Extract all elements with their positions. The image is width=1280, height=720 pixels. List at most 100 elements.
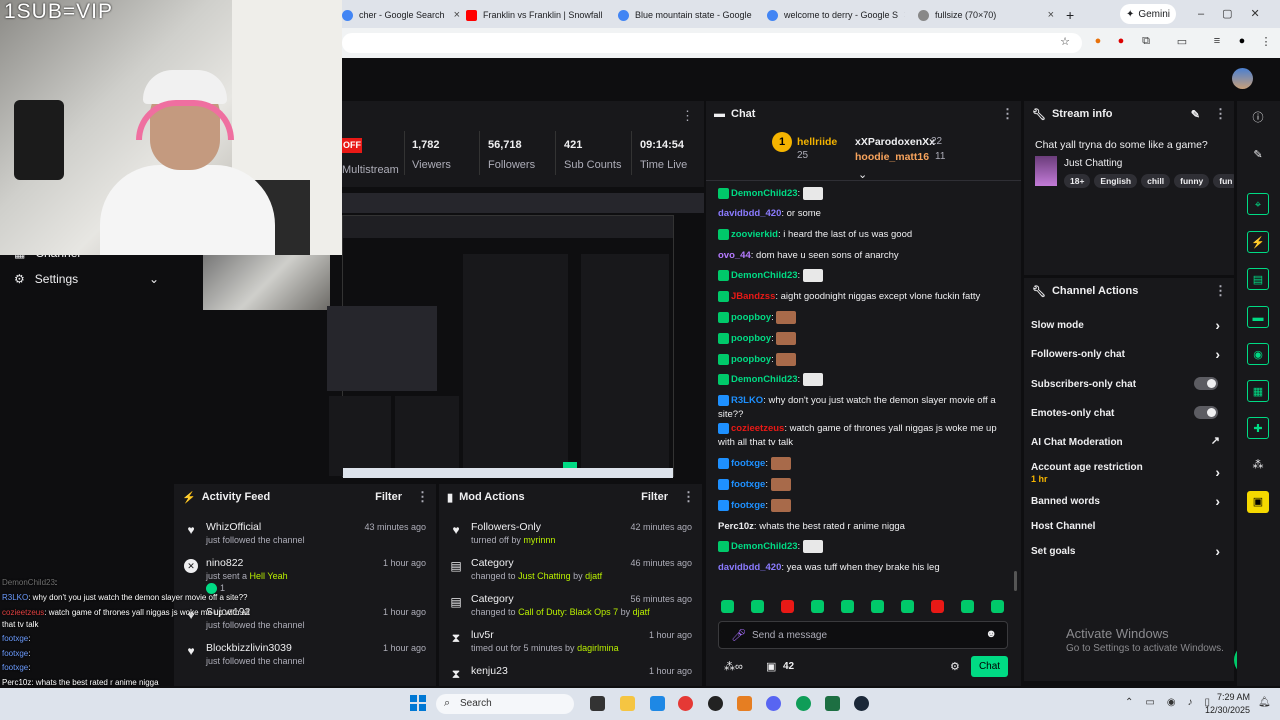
- obs-icon[interactable]: [708, 696, 723, 711]
- activity-row[interactable]: ✕ nino822 just sent a Hell Yeah 1 1 hour ago: [174, 553, 436, 597]
- chat-send-button[interactable]: Chat: [971, 656, 1008, 677]
- close-icon[interactable]: ×: [454, 9, 460, 21]
- mod-action-row[interactable]: ⧗ luv5r timed out for 5 minutes by dagirlm…: [439, 625, 702, 661]
- more-icon[interactable]: ⋮: [1214, 283, 1227, 299]
- subscribers-only-toggle[interactable]: [1194, 377, 1218, 390]
- ai-chat-moderation-action[interactable]: AI Chat Moderation ↗: [1031, 435, 1226, 448]
- windows-start-icon[interactable]: [410, 695, 426, 711]
- chrome-icon[interactable]: [796, 696, 811, 711]
- emote-icon[interactable]: [841, 600, 854, 613]
- banned-words-action[interactable]: Banned words ›: [1031, 493, 1226, 509]
- excel-icon[interactable]: [825, 696, 840, 711]
- chat-username[interactable]: DemonChild23: [731, 270, 798, 281]
- close-icon[interactable]: ×: [904, 9, 905, 21]
- notification-icon[interactable]: 🔔︎: [1258, 697, 1271, 708]
- document-icon[interactable]: ▤: [1247, 268, 1269, 290]
- chat-username[interactable]: R3LKO: [731, 395, 763, 406]
- browser-tab[interactable]: welcome to derry - Google S×: [767, 4, 905, 26]
- gemini-button[interactable]: ✦ Gemini: [1120, 4, 1176, 24]
- emote-icon[interactable]: [811, 600, 824, 613]
- mod-action-row[interactable]: ⧗ kenju23 1 hour ago: [439, 661, 702, 686]
- channel-points-icon[interactable]: ⁂: [1247, 454, 1269, 476]
- tag[interactable]: English: [1094, 174, 1138, 188]
- edit-icon[interactable]: ✎: [1191, 108, 1200, 121]
- star-icon[interactable]: ☆: [1058, 35, 1072, 48]
- cast-icon[interactable]: ▭: [1175, 35, 1189, 48]
- leaderboard-first[interactable]: hellriide: [797, 136, 837, 148]
- tag[interactable]: funny: [1174, 174, 1210, 188]
- clip-icon[interactable]: ⌖: [1247, 193, 1269, 215]
- chat-username[interactable]: footxge: [731, 458, 765, 469]
- profile-icon[interactable]: ●: [1235, 35, 1249, 47]
- store-icon[interactable]: [650, 696, 665, 711]
- emotes-only-action[interactable]: Emotes-only chat: [1031, 406, 1226, 419]
- emote-icon[interactable]: [961, 600, 974, 613]
- chat-username[interactable]: footxge: [731, 479, 765, 490]
- task-view-icon[interactable]: [590, 696, 605, 711]
- taskbar-search[interactable]: ⌕ Search: [436, 694, 574, 714]
- puzzle-icon[interactable]: ⧉: [1139, 35, 1153, 48]
- slow-mode-action[interactable]: Slow mode ›: [1031, 317, 1226, 333]
- chat-username[interactable]: davidbdd_420: [718, 181, 781, 183]
- more-icon[interactable]: ⋮: [1001, 106, 1014, 122]
- activity-row[interactable]: ♥ Blockbizzlivin3039 just followed the cha…: [174, 638, 436, 674]
- tag[interactable]: chill: [1141, 174, 1171, 188]
- file-explorer-icon[interactable]: [620, 696, 635, 711]
- subscribers-only-action[interactable]: Subscribers-only chat: [1031, 377, 1226, 390]
- chat-username[interactable]: poopboy: [731, 354, 771, 365]
- leaderboard-third[interactable]: hoodie_matt16: [855, 151, 929, 163]
- browser-tab[interactable]: fullsize (70×70) ×: [918, 4, 1054, 26]
- stream-category[interactable]: Just Chatting: [1064, 158, 1122, 169]
- chat-scrollbar[interactable]: [1014, 571, 1017, 591]
- more-icon[interactable]: ⋮: [681, 108, 694, 124]
- chat-username[interactable]: ovo_44: [718, 250, 751, 261]
- more-icon[interactable]: ⋮: [416, 489, 429, 505]
- nav-settings[interactable]: ⚙ Settings ⌄: [14, 272, 159, 286]
- emotes-only-toggle[interactable]: [1194, 406, 1218, 419]
- chat-username[interactable]: zoovierkid: [731, 229, 778, 240]
- emote-icon[interactable]: [991, 600, 1004, 613]
- emote-icon[interactable]: [871, 600, 884, 613]
- browser-tab[interactable]: Blue mountain state - Google×: [618, 4, 756, 26]
- chat-username[interactable]: poopboy: [731, 312, 771, 323]
- lightning-icon[interactable]: ⚡: [1247, 231, 1269, 253]
- app-icon[interactable]: [737, 696, 752, 711]
- followers-only-action[interactable]: Followers-only chat ›: [1031, 346, 1226, 362]
- chat-username[interactable]: DemonChild23: [731, 541, 798, 552]
- activity-row[interactable]: ♥ WhizOfficial just followed the channel 43…: [174, 517, 436, 553]
- host-channel-action[interactable]: Host Channel: [1031, 521, 1226, 532]
- wrench-icon[interactable]: ✚: [1247, 417, 1269, 439]
- avatar[interactable]: [1232, 68, 1253, 89]
- steam-icon[interactable]: [854, 696, 869, 711]
- tab-search-icon[interactable]: ≡: [1210, 35, 1224, 47]
- activity-filter-button[interactable]: Filter: [375, 491, 402, 503]
- address-bar[interactable]: [342, 33, 1082, 53]
- emote-icon[interactable]: [781, 600, 794, 613]
- info-icon[interactable]: ⓘ: [1247, 107, 1269, 129]
- mod-action-row[interactable]: ♥ Followers-Only turned off by myrinnn 42 m…: [439, 517, 702, 553]
- more-icon[interactable]: ⋮: [682, 489, 695, 505]
- menu-icon[interactable]: ⋮: [1259, 35, 1273, 48]
- browser-tab[interactable]: cher - Google Search ×: [342, 4, 460, 26]
- more-icon[interactable]: ⋮: [1214, 106, 1227, 122]
- emote-icon[interactable]: [751, 600, 764, 613]
- chat-username[interactable]: Perc10z: [718, 521, 754, 532]
- tag[interactable]: fun: [1213, 174, 1234, 188]
- window-controls[interactable]: –▢✕: [1198, 7, 1278, 20]
- extension-icon[interactable]: ●: [1091, 35, 1105, 47]
- chat-username[interactable]: DemonChild23: [731, 374, 798, 385]
- microphone-icon[interactable]: 🎤︎: [731, 628, 746, 642]
- chat-username[interactable]: davidbdd_420: [718, 562, 781, 573]
- emote-icon[interactable]: [901, 600, 914, 613]
- chat-username[interactable]: JBandzss: [731, 291, 775, 302]
- tag[interactable]: 18+: [1064, 174, 1091, 188]
- mod-action-row[interactable]: ▤ Category changed to Call of Duty: Black …: [439, 589, 702, 625]
- chat-username[interactable]: cozieetzeus: [731, 423, 784, 434]
- edit-icon[interactable]: ✎: [1247, 144, 1269, 166]
- emoji-icon[interactable]: ☻: [985, 628, 997, 640]
- discord-icon[interactable]: [766, 696, 781, 711]
- chat-icon[interactable]: ▬: [1247, 306, 1269, 328]
- emote-icon[interactable]: [931, 600, 944, 613]
- channel-points-icon[interactable]: ⁂∞: [724, 660, 743, 673]
- chat-username[interactable]: davidbdd_420: [718, 208, 781, 219]
